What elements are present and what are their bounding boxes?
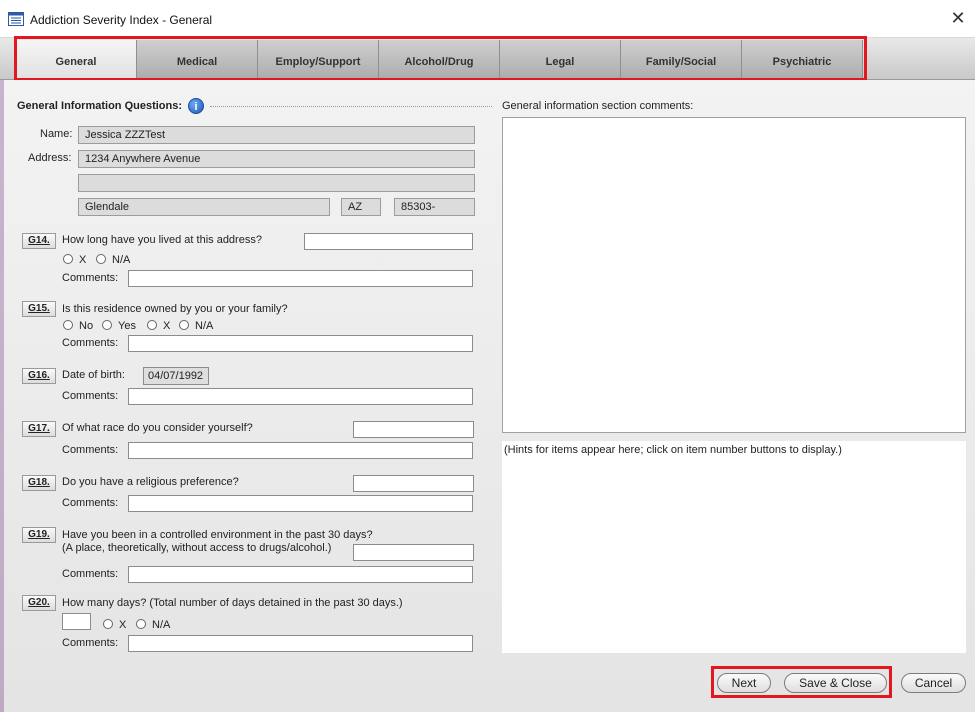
g20-comments-input[interactable] — [128, 635, 473, 652]
g14-answer-input[interactable] — [304, 233, 473, 250]
g15-no-radio[interactable] — [63, 320, 73, 330]
g14-x-radio[interactable] — [63, 254, 73, 264]
address-line2-field — [78, 174, 475, 192]
g15-yes-radio[interactable] — [102, 320, 112, 330]
tab-general[interactable]: General — [16, 40, 137, 78]
section-comments-label: General information section comments: — [502, 100, 694, 112]
g17-button[interactable]: G17. — [22, 421, 56, 437]
g14-x-label: X — [79, 254, 87, 266]
g15-na-radio[interactable] — [179, 320, 189, 330]
name-field: Jessica ZZZTest — [78, 126, 475, 144]
window-title: Addiction Severity Index - General — [30, 13, 213, 27]
g19-question: Have you been in a controlled environmen… — [62, 529, 373, 541]
g15-x-label: X — [163, 320, 171, 332]
g19-answer-input[interactable] — [353, 544, 474, 561]
tab-label: General — [55, 56, 97, 68]
g19-comments-input[interactable] — [128, 566, 473, 583]
g14-comments-input[interactable] — [128, 270, 473, 287]
g14-question: How long have you lived at this address? — [62, 234, 262, 246]
tab-employ-support[interactable]: Employ/Support — [258, 40, 379, 78]
g20-x-label: X — [119, 619, 127, 631]
g19-button[interactable]: G19. — [22, 527, 56, 543]
g20-button[interactable]: G20. — [22, 595, 56, 611]
tab-medical[interactable]: Medical — [137, 40, 258, 78]
g15-no-label: No — [79, 320, 94, 332]
cancel-button[interactable]: Cancel — [901, 673, 966, 693]
g14-comments-label: Comments: — [62, 272, 119, 284]
g15-yes-label: Yes — [118, 320, 136, 332]
close-icon[interactable]: ✕ — [949, 9, 967, 27]
g15-comments-input[interactable] — [128, 335, 473, 352]
tab-legal[interactable]: Legal — [500, 40, 621, 78]
tab-label: Legal — [545, 56, 575, 68]
address-line1-field: 1234 Anywhere Avenue — [78, 150, 475, 168]
g16-button[interactable]: G16. — [22, 368, 56, 384]
save-close-button[interactable]: Save & Close — [784, 673, 887, 693]
g16-comments-label: Comments: — [62, 390, 119, 402]
g15-question: Is this residence owned by you or your f… — [62, 303, 288, 315]
g15-x-radio[interactable] — [147, 320, 157, 330]
next-button[interactable]: Next — [717, 673, 771, 693]
g16-comments-input[interactable] — [128, 388, 473, 405]
form-icon — [8, 12, 24, 26]
g14-button[interactable]: G14. — [22, 233, 56, 249]
section-comments-textarea[interactable] — [502, 117, 966, 433]
header-divider — [210, 106, 492, 107]
state-field: AZ — [341, 198, 381, 216]
g20-na-radio[interactable] — [136, 619, 146, 629]
g20-comments-label: Comments: — [62, 637, 119, 649]
g17-comments-label: Comments: — [62, 444, 119, 456]
g14-na-label: N/A — [112, 254, 131, 266]
city-field: Glendale — [78, 198, 330, 216]
g20-question: How many days? (Total number of days det… — [62, 597, 403, 609]
tab-label: Medical — [176, 56, 218, 68]
g18-question: Do you have a religious preference? — [62, 476, 239, 488]
tab-psychiatric[interactable]: Psychiatric — [742, 40, 863, 78]
dob-field: 04/07/1992 — [143, 367, 209, 385]
address-label: Address: — [28, 152, 72, 164]
g18-comments-input[interactable] — [128, 495, 473, 512]
zip-field: 85303- — [394, 198, 475, 216]
tab-family-social[interactable]: Family/Social — [621, 40, 742, 78]
section-header: General Information Questions: — [17, 100, 183, 112]
g20-na-label: N/A — [152, 619, 171, 631]
g17-question: Of what race do you consider yourself? — [62, 422, 253, 434]
tab-label: Alcohol/Drug — [404, 56, 474, 68]
g17-answer-input[interactable] — [353, 421, 474, 438]
tab-label: Psychiatric — [772, 56, 832, 68]
info-icon[interactable]: i — [188, 98, 204, 114]
title-bar: Addiction Severity Index - General ✕ — [0, 0, 975, 38]
tab-label: Employ/Support — [275, 56, 361, 68]
g18-comments-label: Comments: — [62, 497, 119, 509]
g14-na-radio[interactable] — [96, 254, 106, 264]
g18-answer-input[interactable] — [353, 475, 474, 492]
g19-question-note: (A place, theoretically, without access … — [62, 542, 332, 554]
g20-days-input[interactable] — [62, 613, 91, 630]
g15-comments-label: Comments: — [62, 337, 119, 349]
name-label: Name: — [40, 128, 73, 140]
g17-comments-input[interactable] — [128, 442, 473, 459]
g18-button[interactable]: G18. — [22, 475, 56, 491]
g15-na-label: N/A — [195, 320, 214, 332]
tab-label: Family/Social — [645, 56, 717, 68]
hint-panel: (Hints for items appear here; click on i… — [502, 441, 966, 653]
g19-comments-label: Comments: — [62, 568, 119, 580]
g16-question: Date of birth: — [62, 369, 125, 381]
window-edge — [0, 80, 4, 712]
g15-button[interactable]: G15. — [22, 301, 56, 317]
g20-x-radio[interactable] — [103, 619, 113, 629]
tab-alcohol-drug[interactable]: Alcohol/Drug — [379, 40, 500, 78]
